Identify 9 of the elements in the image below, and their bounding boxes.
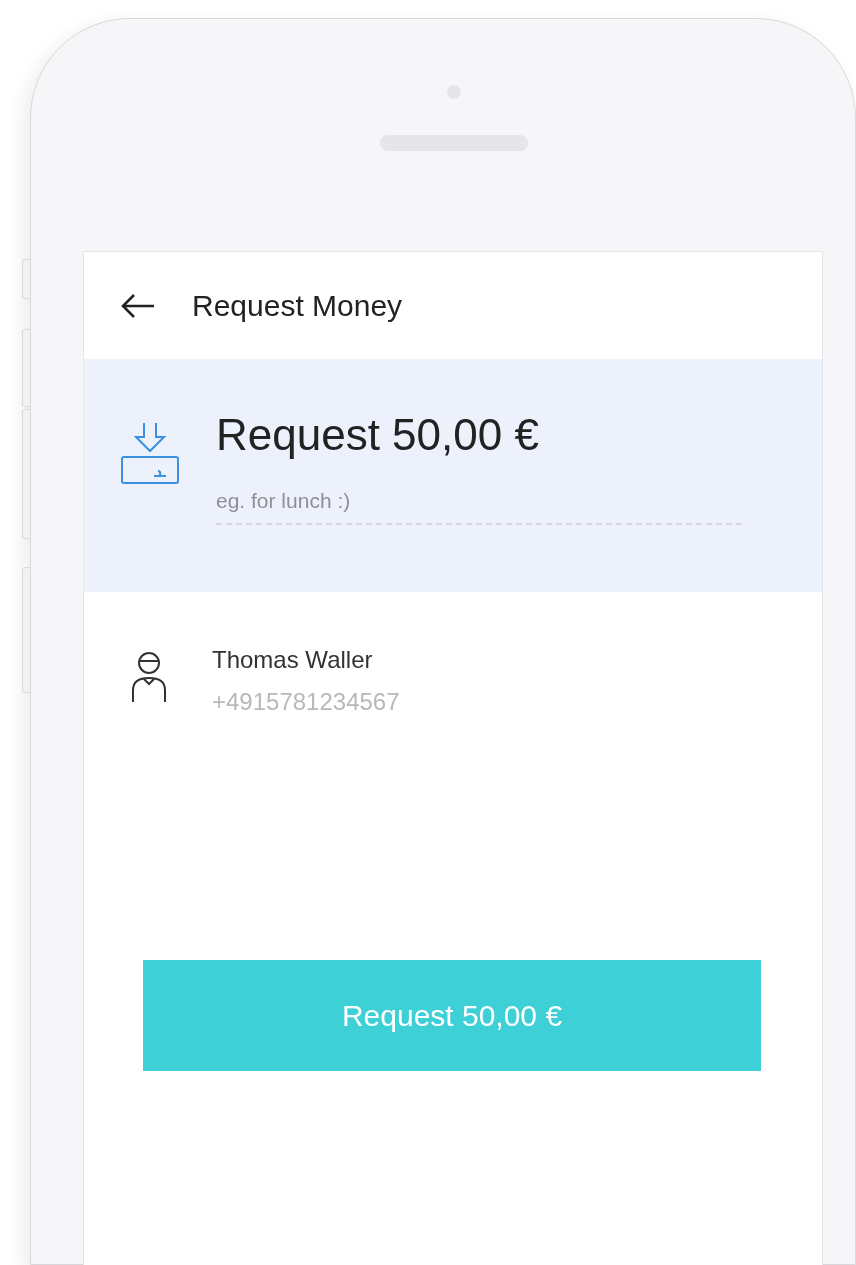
person-icon	[130, 650, 168, 704]
request-button[interactable]: Request 50,00 €	[143, 960, 761, 1071]
contact-name: Thomas Waller	[212, 645, 374, 675]
note-input[interactable]: eg. for lunch :)	[216, 475, 742, 525]
inbox-download-icon	[120, 421, 180, 485]
request-amount-title: Request 50,00 €	[216, 411, 540, 460]
contact-phone: +4915781234567	[212, 687, 400, 717]
screen-title: Request Money	[192, 288, 403, 324]
back-arrow-icon[interactable]	[120, 291, 156, 320]
